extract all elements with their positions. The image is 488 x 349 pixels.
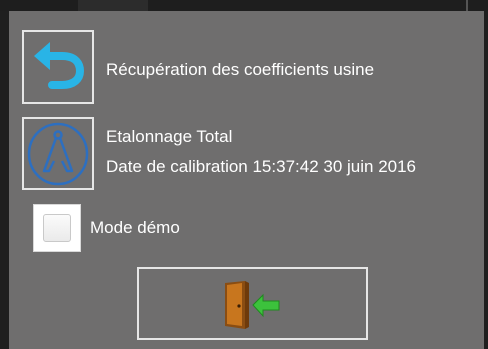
calibration-button[interactable] xyxy=(22,117,94,190)
calibration-date: Date de calibration 15:37:42 30 juin 201… xyxy=(106,157,417,176)
top-bar-edge xyxy=(466,0,468,11)
top-bar xyxy=(0,0,488,11)
demo-mode-label[interactable]: Mode démo xyxy=(90,218,180,238)
settings-panel: Récupération des coefficients usine Etal… xyxy=(9,11,488,349)
restore-factory-button[interactable] xyxy=(22,30,94,104)
restore-factory-label: Récupération des coefficients usine xyxy=(106,60,375,79)
exit-button[interactable] xyxy=(137,267,368,340)
checkbox-box xyxy=(43,214,71,242)
calibration-title: Etalonnage Total xyxy=(106,127,233,146)
left-frame xyxy=(0,11,9,349)
demo-mode-checkbox[interactable] xyxy=(33,204,81,252)
top-bar-tab xyxy=(78,0,148,11)
